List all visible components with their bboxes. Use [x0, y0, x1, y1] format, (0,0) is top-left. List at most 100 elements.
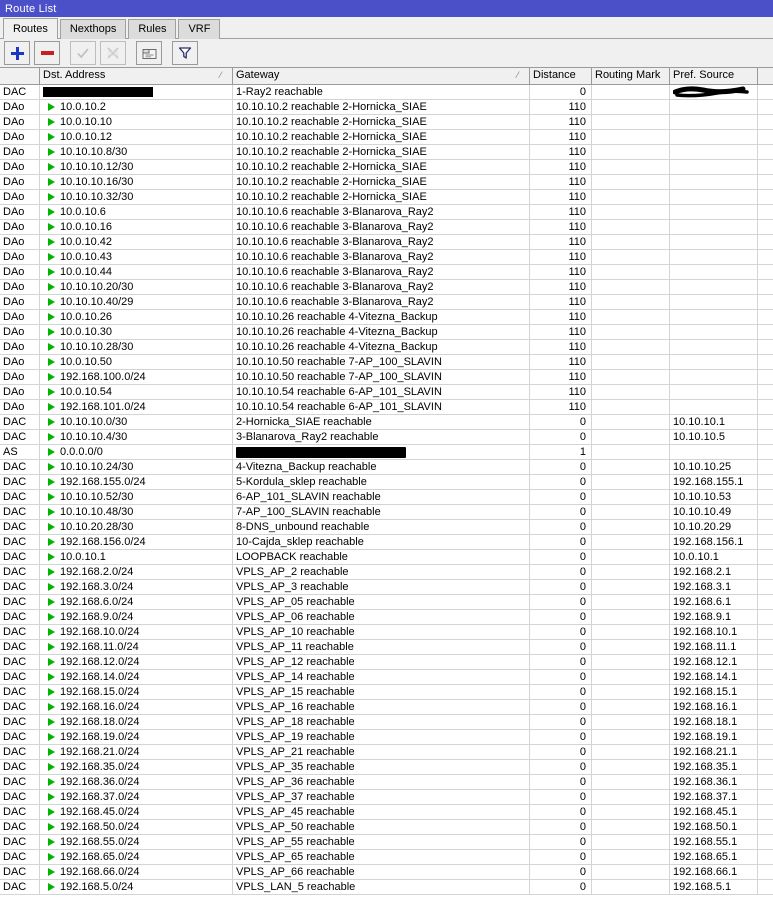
column-header-dst-address[interactable]: Dst. Address ⁄ [40, 68, 233, 84]
table-row[interactable]: DAo 10.0.10.10 10.10.10.2 reachable 2-Horn… [0, 115, 773, 130]
cell-gateway: 10.10.10.6 reachable 3-Blanarova_Ray2 [233, 235, 530, 250]
table-row[interactable]: DAC 192.168.36.0/24 VPLS_AP_36 reachable 0 1… [0, 775, 773, 790]
add-route-button[interactable] [4, 41, 30, 65]
table-row[interactable]: DAC 192.168.3.0/24 VPLS_AP_3 reachable 0 192… [0, 580, 773, 595]
table-row[interactable]: DAC 192.168.66.0/24 VPLS_AP_66 reachable 0 1… [0, 865, 773, 880]
cell-filler [758, 220, 773, 235]
cell-filler [758, 280, 773, 295]
disable-route-button[interactable] [100, 41, 126, 65]
cell-distance: 110 [530, 370, 592, 385]
table-row[interactable]: DAC 192.168.35.0/24 VPLS_AP_35 reachable 0 1… [0, 760, 773, 775]
cell-dst-address: 10.0.10.12 [40, 130, 233, 145]
table-row[interactable]: DAo 10.0.10.50 10.10.10.50 reachable 7-AP_… [0, 355, 773, 370]
filter-button[interactable] [172, 41, 198, 65]
remove-route-button[interactable] [34, 41, 60, 65]
table-row[interactable]: DAo 10.0.10.26 10.10.10.26 reachable 4-Vit… [0, 310, 773, 325]
cell-flags: DAo [0, 325, 40, 340]
table-row[interactable]: DAo 192.168.100.0/24 10.10.10.50 reachable… [0, 370, 773, 385]
cell-dst-address: 192.168.18.0/24 [40, 715, 233, 730]
table-row[interactable]: DAC 192.168.37.0/24 VPLS_AP_37 reachable 0 1… [0, 790, 773, 805]
table-row[interactable]: DAC 10.10.20.28/30 8-DNS_unbound reachable… [0, 520, 773, 535]
table-row[interactable]: DAC 192.168.45.0/24 VPLS_AP_45 reachable 0 1… [0, 805, 773, 820]
table-row[interactable]: DAC 192.168.55.0/24 VPLS_AP_55 reachable 0 1… [0, 835, 773, 850]
table-row[interactable]: DAo 10.10.10.28/30 10.10.10.26 reachable 4… [0, 340, 773, 355]
cell-flags: DAo [0, 220, 40, 235]
route-active-arrow-icon [48, 583, 55, 591]
table-row[interactable]: DAC 192.168.65.0/24 VPLS_AP_65 reachable 0 1… [0, 850, 773, 865]
table-row[interactable]: AS 0.0.0.0/0 1 [0, 445, 773, 460]
table-row[interactable]: DAC 10.10.10.48/30 7-AP_100_SLAVIN reachab… [0, 505, 773, 520]
table-row[interactable]: DAC 192.168.9.0/24 VPLS_AP_06 reachable 0 19… [0, 610, 773, 625]
table-row[interactable]: DAo 10.0.10.42 10.10.10.6 reachable 3-Blan… [0, 235, 773, 250]
cell-dst-address-label: 192.168.12.0/24 [60, 656, 140, 668]
cell-distance: 110 [530, 295, 592, 310]
tab-nexthops[interactable]: Nexthops [59, 19, 127, 39]
cell-pref-source [670, 85, 758, 100]
route-active-arrow-icon [48, 763, 55, 771]
tab-vrf[interactable]: VRF [178, 19, 221, 39]
table-row[interactable]: DAC 10.10.10.24/30 4-Vitezna_Backup reacha… [0, 460, 773, 475]
table-row[interactable]: DAo 10.10.10.40/29 10.10.10.6 reachable 3-… [0, 295, 773, 310]
table-row[interactable]: DAC 10.10.10.52/30 6-AP_101_SLAVIN reachab… [0, 490, 773, 505]
table-row[interactable]: DAC 10.10.10.4/30 3-Blanarova_Ray2 reachab… [0, 430, 773, 445]
tab-rules[interactable]: Rules [128, 19, 177, 39]
table-row[interactable]: DAC 192.168.12.0/24 VPLS_AP_12 reachable 0 1… [0, 655, 773, 670]
cell-dst-address-label: 192.168.10.0/24 [60, 626, 140, 638]
table-row[interactable]: DAC 10.0.10.1 LOOPBACK reachable 0 10.0.10.1 [0, 550, 773, 565]
enable-route-button[interactable] [70, 41, 96, 65]
column-header-routing-mark[interactable]: Routing Mark [592, 68, 670, 84]
column-header-distance[interactable]: Distance [530, 68, 592, 84]
cell-filler [758, 805, 773, 820]
cell-distance: 0 [530, 460, 592, 475]
column-header-flags[interactable] [0, 68, 40, 84]
table-row[interactable]: DAo 10.0.10.12 10.10.10.2 reachable 2-Horn… [0, 130, 773, 145]
cell-distance: 110 [530, 340, 592, 355]
cell-flags: DAC [0, 730, 40, 745]
table-row[interactable]: DAo 10.0.10.16 10.10.10.6 reachable 3-Blan… [0, 220, 773, 235]
route-active-arrow-icon [48, 433, 55, 441]
cell-distance: 110 [530, 385, 592, 400]
cell-distance: 0 [530, 430, 592, 445]
table-row[interactable]: DAo 10.10.10.8/30 10.10.10.2 reachable 2-H… [0, 145, 773, 160]
table-row[interactable]: DAo 10.0.10.44 10.10.10.6 reachable 3-Blan… [0, 265, 773, 280]
table-row[interactable]: DAo 10.10.10.12/30 10.10.10.2 reachable 2-… [0, 160, 773, 175]
cell-dst-address: 192.168.55.0/24 [40, 835, 233, 850]
comment-button[interactable] [136, 41, 162, 65]
table-row[interactable]: DAC 192.168.5.0/24 VPLS_LAN_5 reachable 0 19… [0, 880, 773, 895]
column-header-pref-source[interactable]: Pref. Source [670, 68, 758, 84]
table-row[interactable]: DAC 192.168.10.0/24 VPLS_AP_10 reachable 0 1… [0, 625, 773, 640]
table-row[interactable]: DAC 192.168.14.0/24 VPLS_AP_14 reachable 0 1… [0, 670, 773, 685]
table-row[interactable]: DAC 10.10.10.0/30 2-Hornicka_SIAE reachabl… [0, 415, 773, 430]
table-row[interactable]: DAo 10.10.10.16/30 10.10.10.2 reachable 2-… [0, 175, 773, 190]
tab-routes[interactable]: Routes [3, 18, 58, 39]
route-active-arrow-icon [48, 523, 55, 531]
table-row[interactable]: DAC 192.168.6.0/24 VPLS_AP_05 reachable 0 19… [0, 595, 773, 610]
cell-flags: DAo [0, 355, 40, 370]
table-row[interactable]: DAC 192.168.18.0/24 VPLS_AP_18 reachable 0 1… [0, 715, 773, 730]
cell-distance: 110 [530, 325, 592, 340]
table-row[interactable]: DAC 192.168.11.0/24 VPLS_AP_11 reachable 0 1… [0, 640, 773, 655]
route-active-arrow-icon [48, 853, 55, 861]
table-row[interactable]: DAC 192.168.2.0/24 VPLS_AP_2 reachable 0 192… [0, 565, 773, 580]
table-row[interactable]: DAC 192.168.156.0/24 10-Cajda_sklep reacha… [0, 535, 773, 550]
cell-dst-address: 192.168.9.0/24 [40, 610, 233, 625]
column-header-gateway[interactable]: Gateway ⁄ [233, 68, 530, 84]
cell-flags: DAo [0, 370, 40, 385]
table-row[interactable]: DAC 192.168.16.0/24 VPLS_AP_16 reachable 0 1… [0, 700, 773, 715]
cell-pref-source [670, 400, 758, 415]
table-row[interactable]: DAC 192.168.21.0/24 VPLS_AP_21 reachable 0 1… [0, 745, 773, 760]
table-row[interactable]: DAC 192.168.15.0/24 VPLS_AP_15 reachable 0 1… [0, 685, 773, 700]
cell-dst-address-label: 192.168.65.0/24 [60, 851, 140, 863]
table-row[interactable]: DAC 192.168.19.0/24 VPLS_AP_19 reachable 0 1… [0, 730, 773, 745]
table-row[interactable]: DAo 10.0.10.30 10.10.10.26 reachable 4-Vit… [0, 325, 773, 340]
table-row[interactable]: DAo 10.0.10.6 10.10.10.6 reachable 3-Blana… [0, 205, 773, 220]
table-row[interactable]: DAo 10.0.10.43 10.10.10.6 reachable 3-Blan… [0, 250, 773, 265]
table-row[interactable]: DAo 10.0.10.54 10.10.10.54 reachable 6-AP_… [0, 385, 773, 400]
table-row[interactable]: DAo 192.168.101.0/24 10.10.10.54 reachable… [0, 400, 773, 415]
table-row[interactable]: DAo 10.10.10.32/30 10.10.10.2 reachable 2-… [0, 190, 773, 205]
table-row[interactable]: DAo 10.10.10.20/30 10.10.10.6 reachable 3-… [0, 280, 773, 295]
table-row[interactable]: DAC 192.168.50.0/24 VPLS_AP_50 reachable 0 1… [0, 820, 773, 835]
table-row[interactable]: DAC 1-Ray2 reachable 0 [0, 85, 773, 100]
table-row[interactable]: DAC 192.168.155.0/24 5-Kordula_sklep reach… [0, 475, 773, 490]
table-row[interactable]: DAo 10.0.10.2 10.10.10.2 reachable 2-Horni… [0, 100, 773, 115]
